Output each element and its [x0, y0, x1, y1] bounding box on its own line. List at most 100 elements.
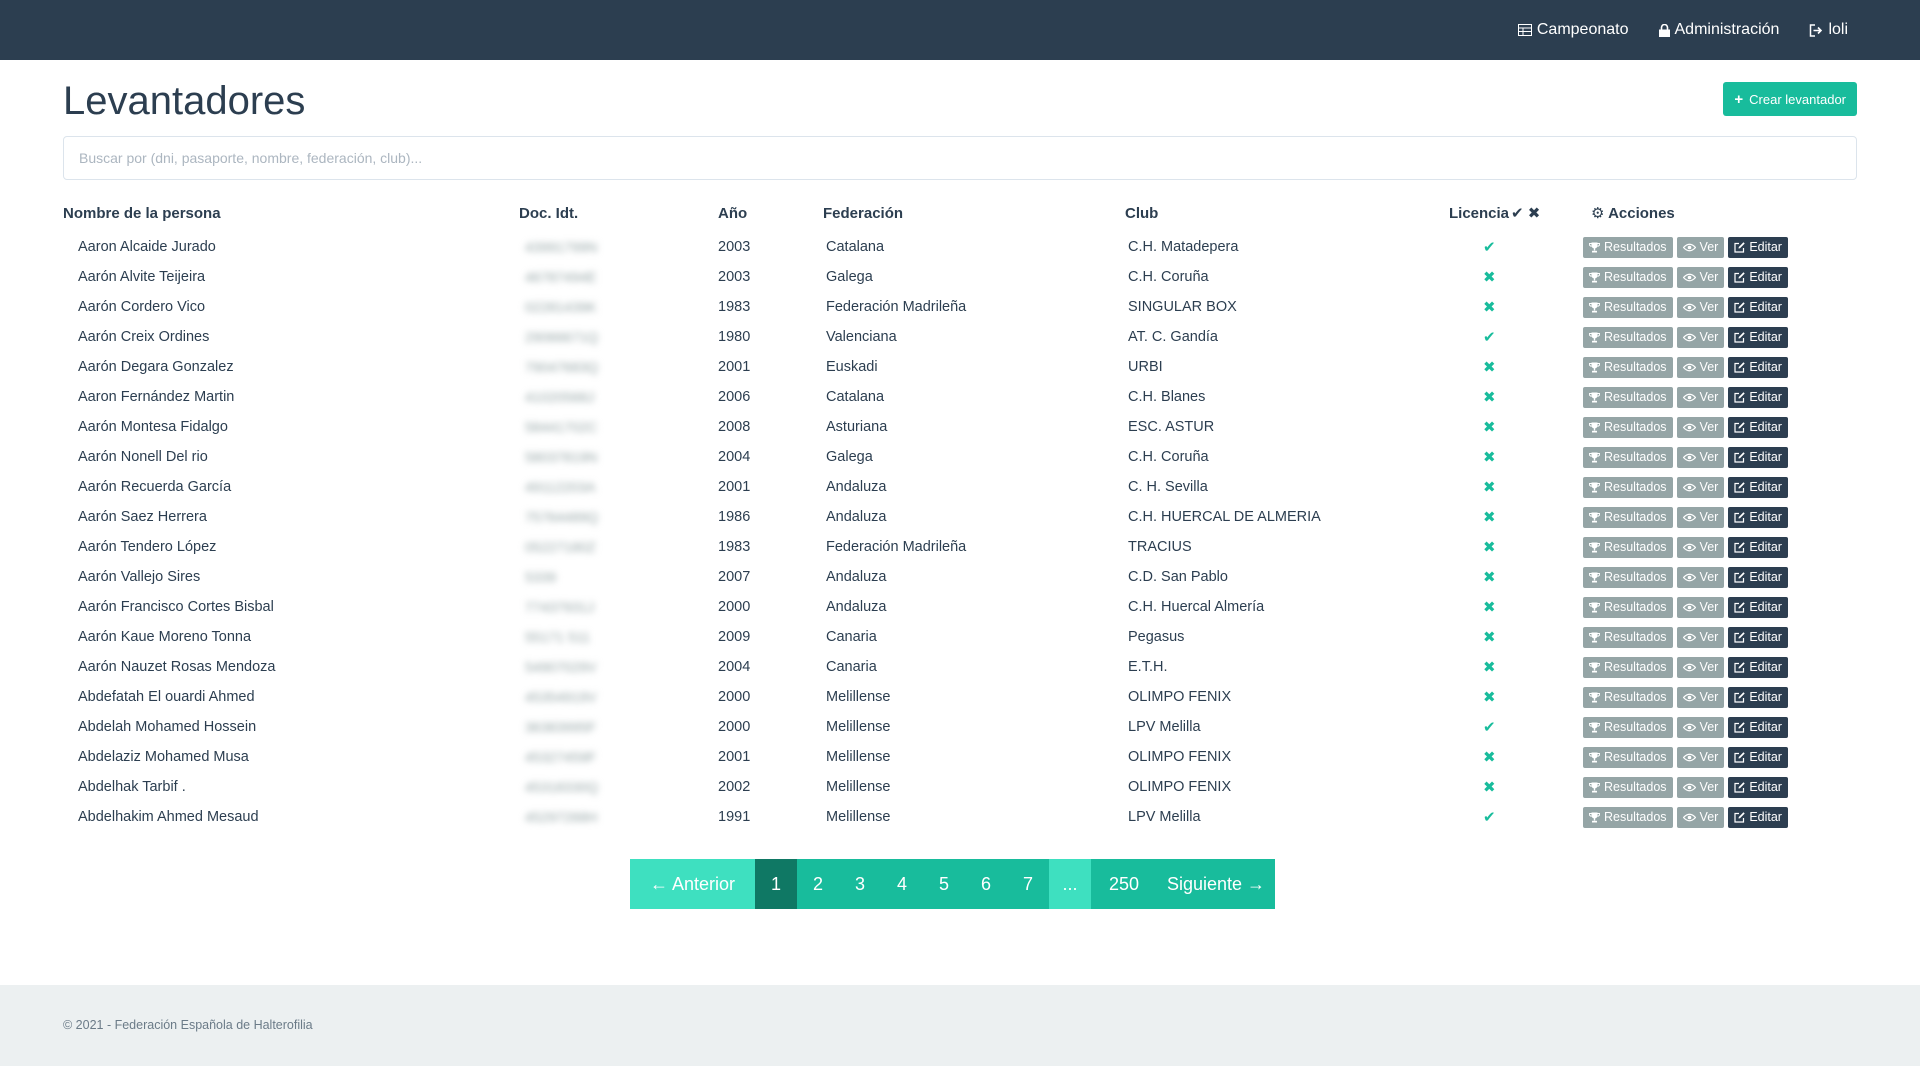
edit-label: Editar — [1749, 630, 1782, 644]
edit-label: Editar — [1749, 690, 1782, 704]
view-button[interactable]: Ver — [1676, 746, 1725, 768]
search-input[interactable] — [63, 136, 1857, 180]
view-button[interactable]: Ver — [1676, 596, 1725, 618]
results-button[interactable]: Resultados — [1583, 626, 1673, 648]
cell-club: AT. C. Gandía — [1128, 329, 1218, 345]
results-label: Resultados — [1604, 660, 1667, 674]
nav-campeonato[interactable]: Campeonato — [1517, 21, 1629, 39]
trophy-icon — [1589, 632, 1600, 642]
view-button[interactable]: Ver — [1676, 326, 1725, 348]
edit-button[interactable]: Editar — [1728, 716, 1788, 738]
edit-button[interactable]: Editar — [1728, 326, 1788, 348]
eye-icon — [1682, 513, 1696, 521]
view-button[interactable]: Ver — [1676, 356, 1725, 378]
view-button[interactable]: Ver — [1676, 806, 1725, 828]
pagination-page-6[interactable]: 6 — [965, 859, 1007, 909]
view-button[interactable]: Ver — [1676, 776, 1725, 798]
results-label: Resultados — [1604, 330, 1667, 344]
edit-button[interactable]: Editar — [1728, 596, 1788, 618]
pagination-page-5[interactable]: 5 — [923, 859, 965, 909]
eye-icon — [1682, 423, 1696, 431]
edit-label: Editar — [1749, 600, 1782, 614]
edit-button[interactable]: Editar — [1728, 566, 1788, 588]
edit-icon — [1734, 301, 1746, 313]
view-button[interactable]: Ver — [1676, 566, 1725, 588]
edit-button[interactable]: Editar — [1728, 806, 1788, 828]
plus-icon: + — [1734, 90, 1744, 108]
license-cross-icon: ✖ — [1483, 539, 1496, 556]
nav-administracion[interactable]: Administración — [1658, 21, 1779, 39]
pagination-page-2[interactable]: 2 — [797, 859, 839, 909]
pagination-next[interactable]: Siguiente → — [1157, 859, 1275, 909]
view-button[interactable]: Ver — [1676, 536, 1725, 558]
view-button[interactable]: Ver — [1676, 686, 1725, 708]
cell-federation: Euskadi — [826, 359, 878, 375]
results-button[interactable]: Resultados — [1583, 806, 1673, 828]
results-button[interactable]: Resultados — [1583, 416, 1673, 438]
results-button[interactable]: Resultados — [1583, 776, 1673, 798]
edit-button[interactable]: Editar — [1728, 236, 1788, 258]
edit-button[interactable]: Editar — [1728, 356, 1788, 378]
trophy-icon — [1589, 812, 1600, 822]
results-button[interactable]: Resultados — [1583, 326, 1673, 348]
pagination-page-last[interactable]: 250 — [1091, 859, 1157, 909]
results-button[interactable]: Resultados — [1583, 446, 1673, 468]
pagination-prev[interactable]: ← Anterior — [630, 859, 755, 909]
cell-doc-value: 36383995F — [525, 718, 596, 735]
pagination-page-1[interactable]: 1 — [755, 859, 797, 909]
edit-button[interactable]: Editar — [1728, 386, 1788, 408]
results-button[interactable]: Resultados — [1583, 536, 1673, 558]
license-cross-icon: ✖ — [1483, 749, 1496, 766]
view-button[interactable]: Ver — [1676, 446, 1725, 468]
edit-button[interactable]: Editar — [1728, 266, 1788, 288]
edit-button[interactable]: Editar — [1728, 776, 1788, 798]
view-button[interactable]: Ver — [1676, 386, 1725, 408]
edit-button[interactable]: Editar — [1728, 686, 1788, 708]
eye-icon — [1682, 663, 1696, 671]
view-button[interactable]: Ver — [1676, 626, 1725, 648]
results-button[interactable]: Resultados — [1583, 716, 1673, 738]
edit-button[interactable]: Editar — [1728, 746, 1788, 768]
results-button[interactable]: Resultados — [1583, 476, 1673, 498]
results-button[interactable]: Resultados — [1583, 386, 1673, 408]
view-button[interactable]: Ver — [1676, 656, 1725, 678]
eye-icon — [1682, 753, 1696, 761]
nav-user-logout[interactable]: loli — [1809, 21, 1848, 39]
edit-button[interactable]: Editar — [1728, 506, 1788, 528]
cell-actions: Resultados Ver Editar — [1581, 532, 1857, 562]
view-button[interactable]: Ver — [1676, 716, 1725, 738]
trophy-icon — [1589, 302, 1600, 312]
results-button[interactable]: Resultados — [1583, 656, 1673, 678]
edit-button[interactable]: Editar — [1728, 476, 1788, 498]
results-button[interactable]: Resultados — [1583, 266, 1673, 288]
trophy-icon — [1589, 542, 1600, 552]
results-button[interactable]: Resultados — [1583, 566, 1673, 588]
pagination-page-3[interactable]: 3 — [839, 859, 881, 909]
view-button[interactable]: Ver — [1676, 296, 1725, 318]
results-button[interactable]: Resultados — [1583, 356, 1673, 378]
edit-button[interactable]: Editar — [1728, 656, 1788, 678]
pagination-page-7[interactable]: 7 — [1007, 859, 1049, 909]
edit-button[interactable]: Editar — [1728, 416, 1788, 438]
trophy-icon — [1589, 362, 1600, 372]
view-button[interactable]: Ver — [1676, 506, 1725, 528]
results-button[interactable]: Resultados — [1583, 506, 1673, 528]
view-button[interactable]: Ver — [1676, 416, 1725, 438]
view-button[interactable]: Ver — [1676, 236, 1725, 258]
cell-license: ✖ — [1449, 772, 1581, 802]
edit-button[interactable]: Editar — [1728, 626, 1788, 648]
create-lifter-button[interactable]: + Crear levantador — [1723, 82, 1857, 116]
cell-club: SINGULAR BOX — [1128, 299, 1237, 315]
results-button[interactable]: Resultados — [1583, 746, 1673, 768]
results-button[interactable]: Resultados — [1583, 236, 1673, 258]
edit-button[interactable]: Editar — [1728, 446, 1788, 468]
view-button[interactable]: Ver — [1676, 476, 1725, 498]
pagination-page-4[interactable]: 4 — [881, 859, 923, 909]
view-button[interactable]: Ver — [1676, 266, 1725, 288]
results-button[interactable]: Resultados — [1583, 686, 1673, 708]
results-button[interactable]: Resultados — [1583, 296, 1673, 318]
results-label: Resultados — [1604, 360, 1667, 374]
edit-button[interactable]: Editar — [1728, 296, 1788, 318]
results-button[interactable]: Resultados — [1583, 596, 1673, 618]
edit-button[interactable]: Editar — [1728, 536, 1788, 558]
